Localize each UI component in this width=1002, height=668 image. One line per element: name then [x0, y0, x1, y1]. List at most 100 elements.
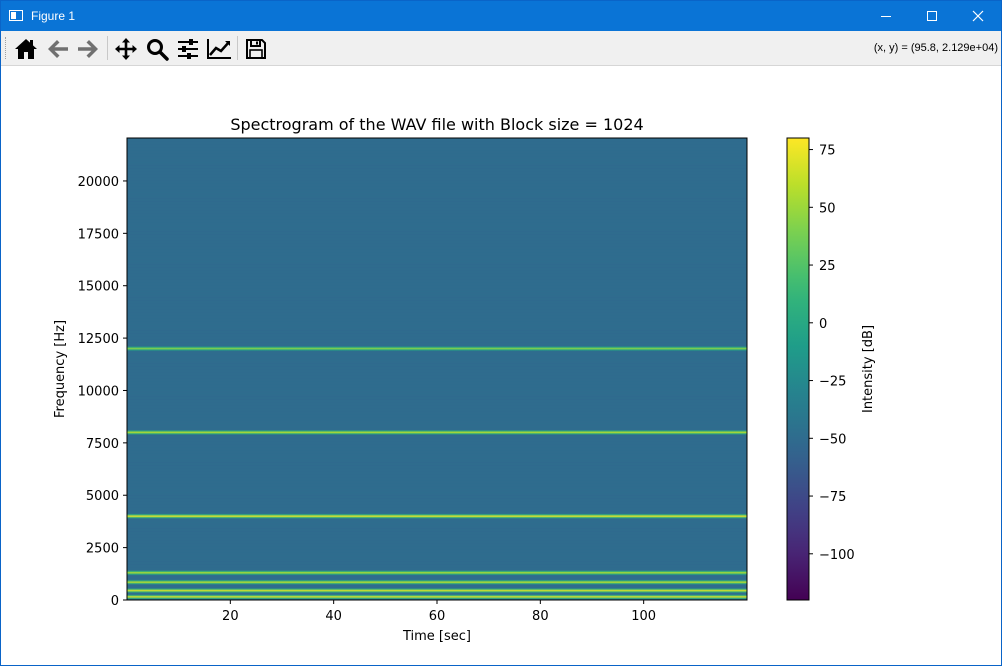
- edit-axis-button[interactable]: [205, 35, 233, 63]
- noise-row: [127, 273, 747, 274]
- noise-row: [127, 525, 747, 526]
- pan-button[interactable]: [112, 35, 140, 63]
- y-tick-label: 7500: [86, 437, 119, 452]
- noise-row: [127, 186, 747, 187]
- frequency-band: [127, 345, 747, 352]
- noise-row: [127, 180, 747, 181]
- noise-row: [127, 228, 747, 229]
- app-icon: [9, 10, 23, 21]
- noise-row: [127, 237, 747, 238]
- close-button[interactable]: [955, 1, 1001, 31]
- noise-row: [127, 531, 747, 532]
- noise-row: [127, 246, 747, 247]
- noise-row: [127, 240, 747, 241]
- title-bar[interactable]: Figure 1: [1, 1, 1001, 31]
- noise-row: [127, 213, 747, 214]
- colorbar-tick-label: 50: [819, 201, 836, 216]
- noise-row: [127, 483, 747, 484]
- noise-row: [127, 510, 747, 511]
- noise-row: [127, 393, 747, 394]
- forward-button[interactable]: [74, 35, 102, 63]
- noise-row: [127, 264, 747, 265]
- maximize-button[interactable]: [909, 1, 955, 31]
- back-arrow-icon: [48, 40, 68, 58]
- noise-row: [127, 303, 747, 304]
- x-tick-label: 20: [222, 609, 239, 624]
- noise-row: [127, 156, 747, 157]
- noise-row: [127, 528, 747, 529]
- configure-subplots-button[interactable]: [174, 35, 202, 63]
- pan-move-icon: [115, 38, 137, 60]
- noise-row: [127, 333, 747, 334]
- y-tick-label: 20000: [78, 175, 119, 190]
- noise-row: [127, 438, 747, 439]
- noise-row: [127, 552, 747, 553]
- frequency-band: [127, 593, 747, 600]
- noise-row: [127, 321, 747, 322]
- frequency-band: [127, 579, 747, 586]
- noise-row: [127, 462, 747, 463]
- toolbar-grip[interactable]: [5, 37, 8, 59]
- noise-row: [127, 486, 747, 487]
- y-tick-label: 2500: [86, 542, 119, 557]
- noise-row: [127, 192, 747, 193]
- spectrogram-chart[interactable]: Spectrogram of the WAV file with Block s…: [1, 66, 1001, 664]
- noise-row: [127, 231, 747, 232]
- noise-row: [127, 207, 747, 208]
- maximize-icon: [927, 11, 937, 21]
- noise-row: [127, 324, 747, 325]
- x-tick-label: 60: [429, 609, 446, 624]
- noise-row: [127, 492, 747, 493]
- noise-row: [127, 396, 747, 397]
- noise-row: [127, 171, 747, 172]
- noise-row: [127, 189, 747, 190]
- noise-row: [127, 399, 747, 400]
- window-title: Figure 1: [31, 9, 76, 23]
- noise-row: [127, 357, 747, 358]
- noise-row: [127, 480, 747, 481]
- noise-row: [127, 363, 747, 364]
- noise-row: [127, 174, 747, 175]
- noise-row: [127, 177, 747, 178]
- noise-row: [127, 201, 747, 202]
- save-button[interactable]: [242, 35, 270, 63]
- noise-row: [127, 471, 747, 472]
- noise-row: [127, 378, 747, 379]
- minimize-button[interactable]: [863, 1, 909, 31]
- back-button[interactable]: [44, 35, 72, 63]
- y-axis-label: Frequency [Hz]: [53, 320, 68, 418]
- noise-row: [127, 564, 747, 565]
- noise-row: [127, 249, 747, 250]
- noise-row: [127, 501, 747, 502]
- noise-row: [127, 219, 747, 220]
- noise-row: [127, 555, 747, 556]
- zoom-button[interactable]: [143, 35, 171, 63]
- noise-row: [127, 558, 747, 559]
- y-tick-label: 17500: [78, 227, 119, 242]
- noise-row: [127, 402, 747, 403]
- noise-row: [127, 342, 747, 343]
- forward-arrow-icon: [78, 40, 98, 58]
- noise-row: [127, 546, 747, 547]
- colorbar-label: Intensity [dB]: [861, 325, 876, 413]
- noise-row: [127, 411, 747, 412]
- minimize-icon: [881, 16, 891, 17]
- noise-row: [127, 447, 747, 448]
- home-button[interactable]: [12, 35, 40, 63]
- frequency-band: [127, 429, 747, 436]
- cursor-coordinates: (x, y) = (95.8, 2.129e+04): [873, 42, 998, 54]
- noise-row: [127, 489, 747, 490]
- toolbar-separator: [107, 36, 108, 60]
- noise-row: [127, 360, 747, 361]
- noise-row: [127, 336, 747, 337]
- noise-row: [127, 183, 747, 184]
- y-tick-label: 10000: [78, 384, 119, 399]
- colorbar-tick-label: −75: [819, 490, 846, 505]
- chart-title: Spectrogram of the WAV file with Block s…: [230, 115, 643, 134]
- plot-area[interactable]: [126, 137, 748, 601]
- noise-row: [127, 408, 747, 409]
- figure-canvas[interactable]: Spectrogram of the WAV file with Block s…: [1, 66, 1001, 664]
- noise-row: [127, 279, 747, 280]
- noise-row: [127, 468, 747, 469]
- noise-row: [127, 204, 747, 205]
